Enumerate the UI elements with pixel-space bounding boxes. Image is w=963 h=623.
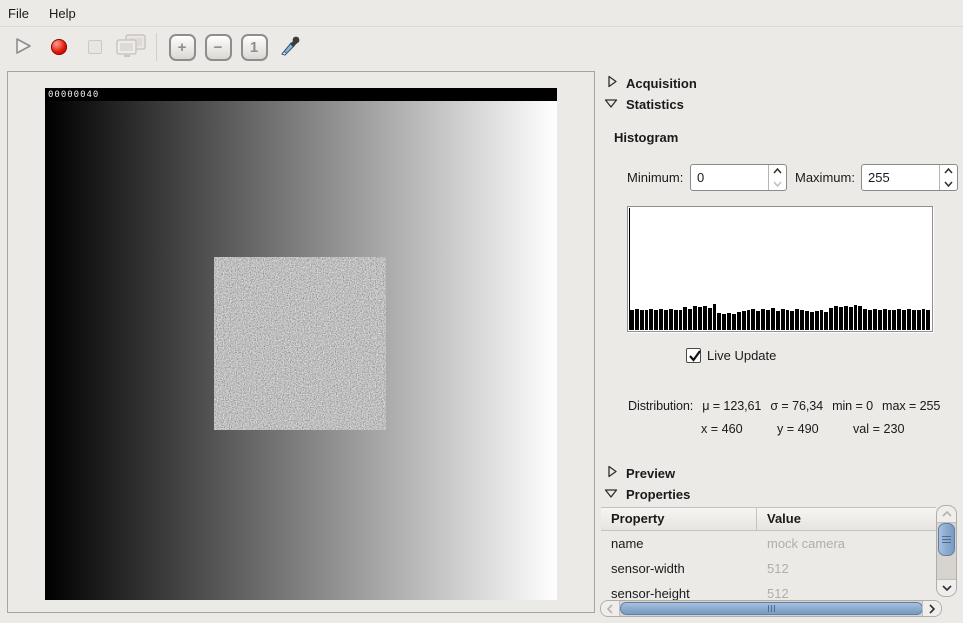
minimum-spin-down-button[interactable] — [769, 178, 786, 191]
chevron-down-icon — [604, 97, 618, 112]
expander-label: Acquisition — [626, 76, 697, 91]
zoom-out-icon: − — [205, 34, 232, 61]
expander-properties[interactable]: Properties — [604, 487, 690, 502]
expander-statistics[interactable]: Statistics — [604, 97, 684, 112]
histogram-plot — [627, 206, 933, 332]
horizontal-scrollbar-thumb[interactable] — [620, 602, 923, 615]
chevron-right-icon — [606, 75, 618, 91]
scroll-down-button[interactable] — [937, 579, 956, 596]
distribution-sigma: σ = 76,34 — [770, 399, 823, 413]
play-button[interactable] — [6, 30, 40, 64]
menu-file[interactable]: File — [0, 2, 39, 25]
zoom-in-button[interactable]: + — [165, 30, 199, 64]
properties-horizontal-scrollbar — [600, 600, 942, 617]
column-header-value[interactable]: Value — [757, 508, 936, 530]
record-icon — [51, 39, 67, 55]
stop-icon — [88, 40, 102, 54]
distribution-mu: μ = 123,61 — [702, 399, 761, 413]
live-update-label: Live Update — [707, 342, 776, 369]
eyedropper-icon — [278, 34, 302, 61]
stop-button[interactable] — [78, 30, 112, 64]
minimum-label: Minimum: — [627, 164, 683, 191]
minimum-spinbox — [690, 164, 787, 191]
cursor-x: x = 460 — [701, 422, 743, 436]
cursor-val: val = 230 — [853, 422, 904, 436]
chevron-up-icon — [773, 168, 782, 174]
chevron-left-icon — [607, 604, 613, 614]
maximum-label: Maximum: — [795, 164, 855, 191]
scroll-up-button[interactable] — [937, 506, 956, 523]
color-picker-button[interactable] — [273, 30, 307, 64]
table-row[interactable]: sensor-width512 — [601, 556, 936, 581]
property-name-cell: sensor-height — [601, 586, 757, 600]
scroll-left-button[interactable] — [601, 601, 620, 616]
chevron-up-icon — [944, 168, 953, 174]
toolbar: + − 1 — [0, 27, 963, 67]
property-value-cell: 512 — [757, 586, 936, 600]
property-value-cell: 512 — [757, 561, 936, 576]
screens-icon — [115, 33, 147, 62]
frame-counter: 00000040 — [48, 90, 99, 100]
property-value-cell: mock camera — [757, 536, 936, 551]
chevron-right-icon — [606, 465, 618, 481]
table-row[interactable]: sensor-height512 — [601, 581, 936, 600]
maximum-spin-down-button[interactable] — [940, 178, 957, 191]
expander-label: Preview — [626, 466, 675, 481]
chevron-down-icon — [944, 181, 953, 187]
zoom-in-icon: + — [169, 34, 196, 61]
chevron-down-icon — [773, 181, 782, 187]
property-name-cell: sensor-width — [601, 561, 757, 576]
table-body: namemock camerasensor-width512sensor-hei… — [601, 531, 936, 600]
properties-table: Property Value namemock camerasensor-wid… — [601, 507, 936, 600]
cursor-y: y = 490 — [777, 422, 819, 436]
toolbar-separator — [156, 33, 157, 61]
maximum-spin-up-button[interactable] — [940, 165, 957, 178]
minimum-input[interactable] — [691, 165, 768, 190]
distribution-label: Distribution: — [628, 399, 693, 413]
property-name-cell: name — [601, 536, 757, 551]
minimum-spin-up-button[interactable] — [769, 165, 786, 178]
distribution-line: Distribution: μ = 123,61 σ = 76,34 min = 0 m… — [628, 399, 949, 413]
live-update-checkbox[interactable] — [686, 348, 701, 363]
menubar: File Help — [0, 0, 963, 27]
vertical-scrollbar-thumb[interactable] — [938, 523, 955, 556]
checkmark-icon — [687, 348, 704, 365]
menu-help[interactable]: Help — [39, 2, 86, 25]
zoom-original-icon: 1 — [241, 34, 268, 61]
expander-label: Statistics — [626, 97, 684, 112]
properties-vertical-scrollbar — [936, 505, 957, 597]
distribution-min: min = 0 — [832, 399, 873, 413]
chevron-down-icon — [604, 487, 618, 502]
histogram-title: Histogram — [614, 130, 678, 145]
zoom-original-button[interactable]: 1 — [237, 30, 271, 64]
scroll-right-button[interactable] — [922, 601, 941, 616]
chevron-down-icon — [942, 585, 952, 591]
maximum-input[interactable] — [862, 165, 939, 190]
record-button[interactable] — [42, 30, 76, 64]
expander-preview[interactable]: Preview — [606, 465, 675, 481]
camera-frame-image[interactable]: 00000040 — [45, 88, 557, 600]
expander-label: Properties — [626, 487, 690, 502]
zoom-out-button[interactable]: − — [201, 30, 235, 64]
chevron-up-icon — [942, 511, 952, 517]
histogram-bars — [630, 206, 930, 330]
screenshot-button[interactable] — [114, 30, 148, 64]
frame-counter-bar: 00000040 — [45, 88, 557, 101]
chevron-right-icon — [929, 604, 935, 614]
noise-square — [214, 257, 386, 430]
maximum-spinbox — [861, 164, 958, 191]
column-header-property[interactable]: Property — [601, 508, 757, 530]
table-header: Property Value — [601, 507, 936, 531]
play-icon — [13, 36, 33, 59]
expander-acquisition[interactable]: Acquisition — [606, 75, 697, 91]
table-row[interactable]: namemock camera — [601, 531, 936, 556]
distribution-max: max = 255 — [882, 399, 940, 413]
